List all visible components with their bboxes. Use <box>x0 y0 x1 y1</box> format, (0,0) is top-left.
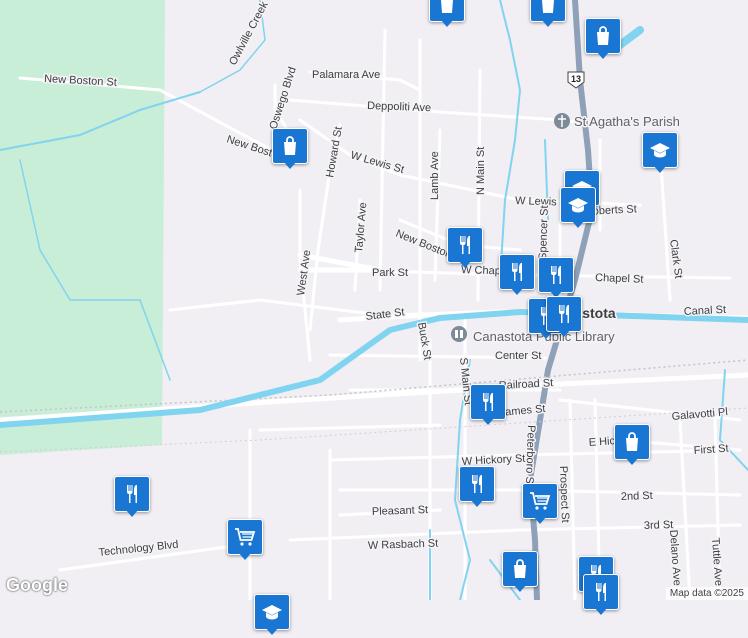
map-marker[interactable] <box>502 551 538 595</box>
shopping-bag-icon <box>508 557 532 581</box>
map-marker[interactable] <box>560 187 596 231</box>
street-label: N Main St <box>475 147 487 195</box>
map-marker[interactable] <box>614 424 650 468</box>
google-logo: Google <box>6 575 68 595</box>
map-marker[interactable] <box>272 128 308 172</box>
shopping-bag-icon <box>536 0 560 16</box>
restaurant-icon <box>453 233 477 257</box>
street-label: Lamb Ave <box>429 151 441 200</box>
library-icon[interactable] <box>451 326 467 342</box>
park-area <box>0 0 165 455</box>
restaurant-icon <box>476 390 500 414</box>
street-label: Prospect St <box>557 466 571 523</box>
street-label: Galavotti Pl <box>671 406 728 423</box>
map-marker[interactable] <box>227 519 263 563</box>
map-marker[interactable] <box>499 254 535 298</box>
street-label: 2nd St <box>621 490 653 503</box>
church-icon[interactable] <box>554 113 570 129</box>
restaurant-icon <box>544 263 568 287</box>
grocery-cart-icon <box>528 489 552 513</box>
map-marker[interactable] <box>459 466 495 510</box>
street-label: Chapel St <box>595 272 644 286</box>
street-label: Taylor Ave <box>353 202 369 253</box>
map-attribution: Map data ©2025 <box>665 587 748 600</box>
grocery-cart-icon <box>233 525 257 549</box>
street-label: Tuttle Ave <box>709 537 724 586</box>
svg-text:13: 13 <box>571 74 581 84</box>
restaurant-icon <box>465 472 489 496</box>
street-label: W Rasbach St <box>368 538 439 552</box>
street-label: W Lewis St <box>349 149 405 176</box>
shopping-bag-icon <box>620 430 644 454</box>
poi-label-st-agathas[interactable]: St Agatha's Parish <box>573 113 682 131</box>
street-label: Canal St <box>684 304 727 318</box>
street-label: State St <box>365 306 405 323</box>
street-label: Spencer St <box>537 205 551 260</box>
map-marker[interactable] <box>447 227 483 271</box>
graduation-cap-icon <box>566 193 590 217</box>
map-marker[interactable] <box>642 132 678 176</box>
restaurant-icon <box>552 302 576 326</box>
map-marker[interactable] <box>429 0 465 30</box>
street-label: First St <box>693 443 729 457</box>
street-label: Delano Ave <box>667 529 683 586</box>
street-label: Pleasant St <box>372 504 429 518</box>
restaurant-icon <box>505 260 529 284</box>
map-canvas[interactable]: 13 Owlville Creek New Boston St Palamara… <box>0 0 748 600</box>
shopping-bag-icon <box>591 24 615 48</box>
map-marker[interactable] <box>585 18 621 62</box>
map-marker[interactable] <box>522 483 558 527</box>
map-marker[interactable] <box>546 296 582 340</box>
graduation-cap-icon <box>260 600 284 624</box>
map-marker[interactable] <box>254 594 290 638</box>
shopping-bag-icon <box>278 134 302 158</box>
street-label: Center St <box>495 350 541 362</box>
restaurant-icon <box>120 482 144 506</box>
street-label: Park St <box>372 267 408 279</box>
restaurant-icon <box>589 580 613 604</box>
street-label: Palamara Ave <box>312 69 380 81</box>
map-marker[interactable] <box>530 0 566 30</box>
street-label: Howard St <box>324 126 345 179</box>
graduation-cap-icon <box>648 138 672 162</box>
map-marker[interactable] <box>470 384 506 428</box>
map-marker[interactable] <box>583 574 619 618</box>
street-label: Deppoliti Ave <box>367 100 431 114</box>
map-marker[interactable] <box>114 476 150 520</box>
map-marker[interactable] <box>538 257 574 301</box>
shopping-bag-icon <box>435 0 459 16</box>
